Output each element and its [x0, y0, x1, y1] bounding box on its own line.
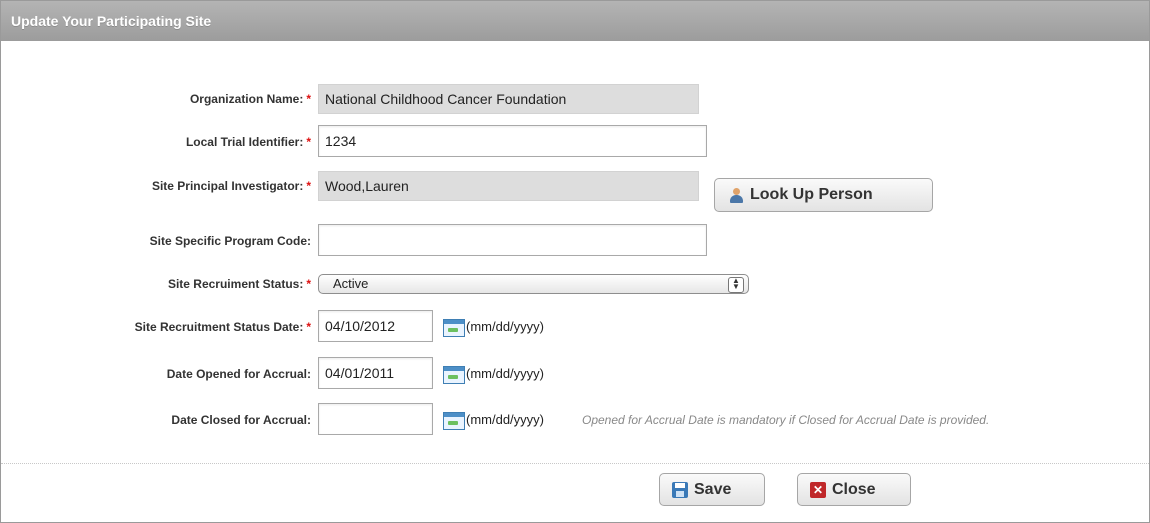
save-button[interactable]: Save: [659, 473, 765, 506]
update-site-panel: Update Your Participating Site Organizat…: [0, 0, 1150, 523]
row-organization-name: Organization Name: * National Childhood C…: [1, 84, 1149, 118]
look-up-person-label: Look Up Person: [750, 186, 873, 203]
site-program-code-input[interactable]: [318, 224, 707, 256]
row-site-program-code: Site Specific Program Code:: [1, 224, 1149, 258]
row-site-principal-investigator: Site Principal Investigator: * Wood,Laure…: [1, 171, 1149, 212]
date-closed-input[interactable]: [318, 403, 433, 435]
look-up-person-button[interactable]: Look Up Person: [714, 178, 933, 212]
footer-divider: [1, 463, 1149, 464]
site-program-code-label: Site Specific Program Code:: [149, 234, 311, 248]
site-principal-investigator-field: Wood,Lauren: [318, 171, 699, 201]
person-icon: [729, 188, 743, 203]
row-date-opened: Date Opened for Accrual: (mm/dd/yyyy): [1, 357, 1149, 391]
required-marker: *: [306, 135, 311, 149]
site-recruitment-status-date-label: Site Recruitment Status Date: *: [134, 320, 311, 334]
row-local-trial-identifier: Local Trial Identifier: *: [1, 125, 1149, 159]
site-recruitment-status-label: Site Recruiment Status: *: [167, 277, 311, 291]
site-principal-investigator-label: Site Principal Investigator: *: [151, 179, 311, 193]
row-date-closed: Date Closed for Accrual: (mm/dd/yyyy) Op…: [1, 403, 1149, 437]
date-format-hint: (mm/dd/yyyy): [466, 412, 544, 427]
close-button[interactable]: ✕ Close: [797, 473, 911, 506]
calendar-icon[interactable]: [443, 412, 465, 430]
date-closed-label: Date Closed for Accrual:: [171, 413, 311, 427]
row-site-recruitment-status: Site Recruiment Status: * Active ▲ ▼: [1, 274, 1149, 308]
calendar-icon[interactable]: [443, 366, 465, 384]
organization-name-field: National Childhood Cancer Foundation: [318, 84, 699, 114]
required-marker: *: [306, 277, 311, 291]
local-trial-identifier-label: Local Trial Identifier: *: [185, 135, 311, 149]
organization-name-label: Organization Name: *: [189, 92, 311, 106]
closed-date-validation-note: Opened for Accrual Date is mandatory if …: [582, 413, 990, 427]
site-recruitment-status-select[interactable]: Active ▲ ▼: [318, 274, 749, 294]
date-opened-label: Date Opened for Accrual:: [166, 367, 311, 381]
site-recruitment-status-date-input[interactable]: [318, 310, 433, 342]
required-marker: *: [306, 92, 311, 106]
close-x-icon: ✕: [810, 481, 826, 498]
required-marker: *: [306, 179, 311, 193]
date-format-hint: (mm/dd/yyyy): [466, 366, 544, 381]
save-button-label: Save: [694, 480, 732, 498]
required-marker: *: [306, 320, 311, 334]
date-format-hint: (mm/dd/yyyy): [466, 319, 544, 334]
save-icon: [672, 481, 688, 498]
date-opened-input[interactable]: [318, 357, 433, 389]
select-arrows-icon: ▲ ▼: [728, 277, 744, 293]
local-trial-identifier-input[interactable]: [318, 125, 707, 157]
close-button-label: Close: [832, 480, 876, 498]
row-site-recruitment-status-date: Site Recruitment Status Date:* (mm/dd/yy…: [1, 310, 1149, 344]
calendar-icon[interactable]: [443, 319, 465, 337]
panel-title: Update Your Participating Site: [1, 1, 1149, 41]
site-recruitment-status-value: Active: [333, 276, 369, 291]
